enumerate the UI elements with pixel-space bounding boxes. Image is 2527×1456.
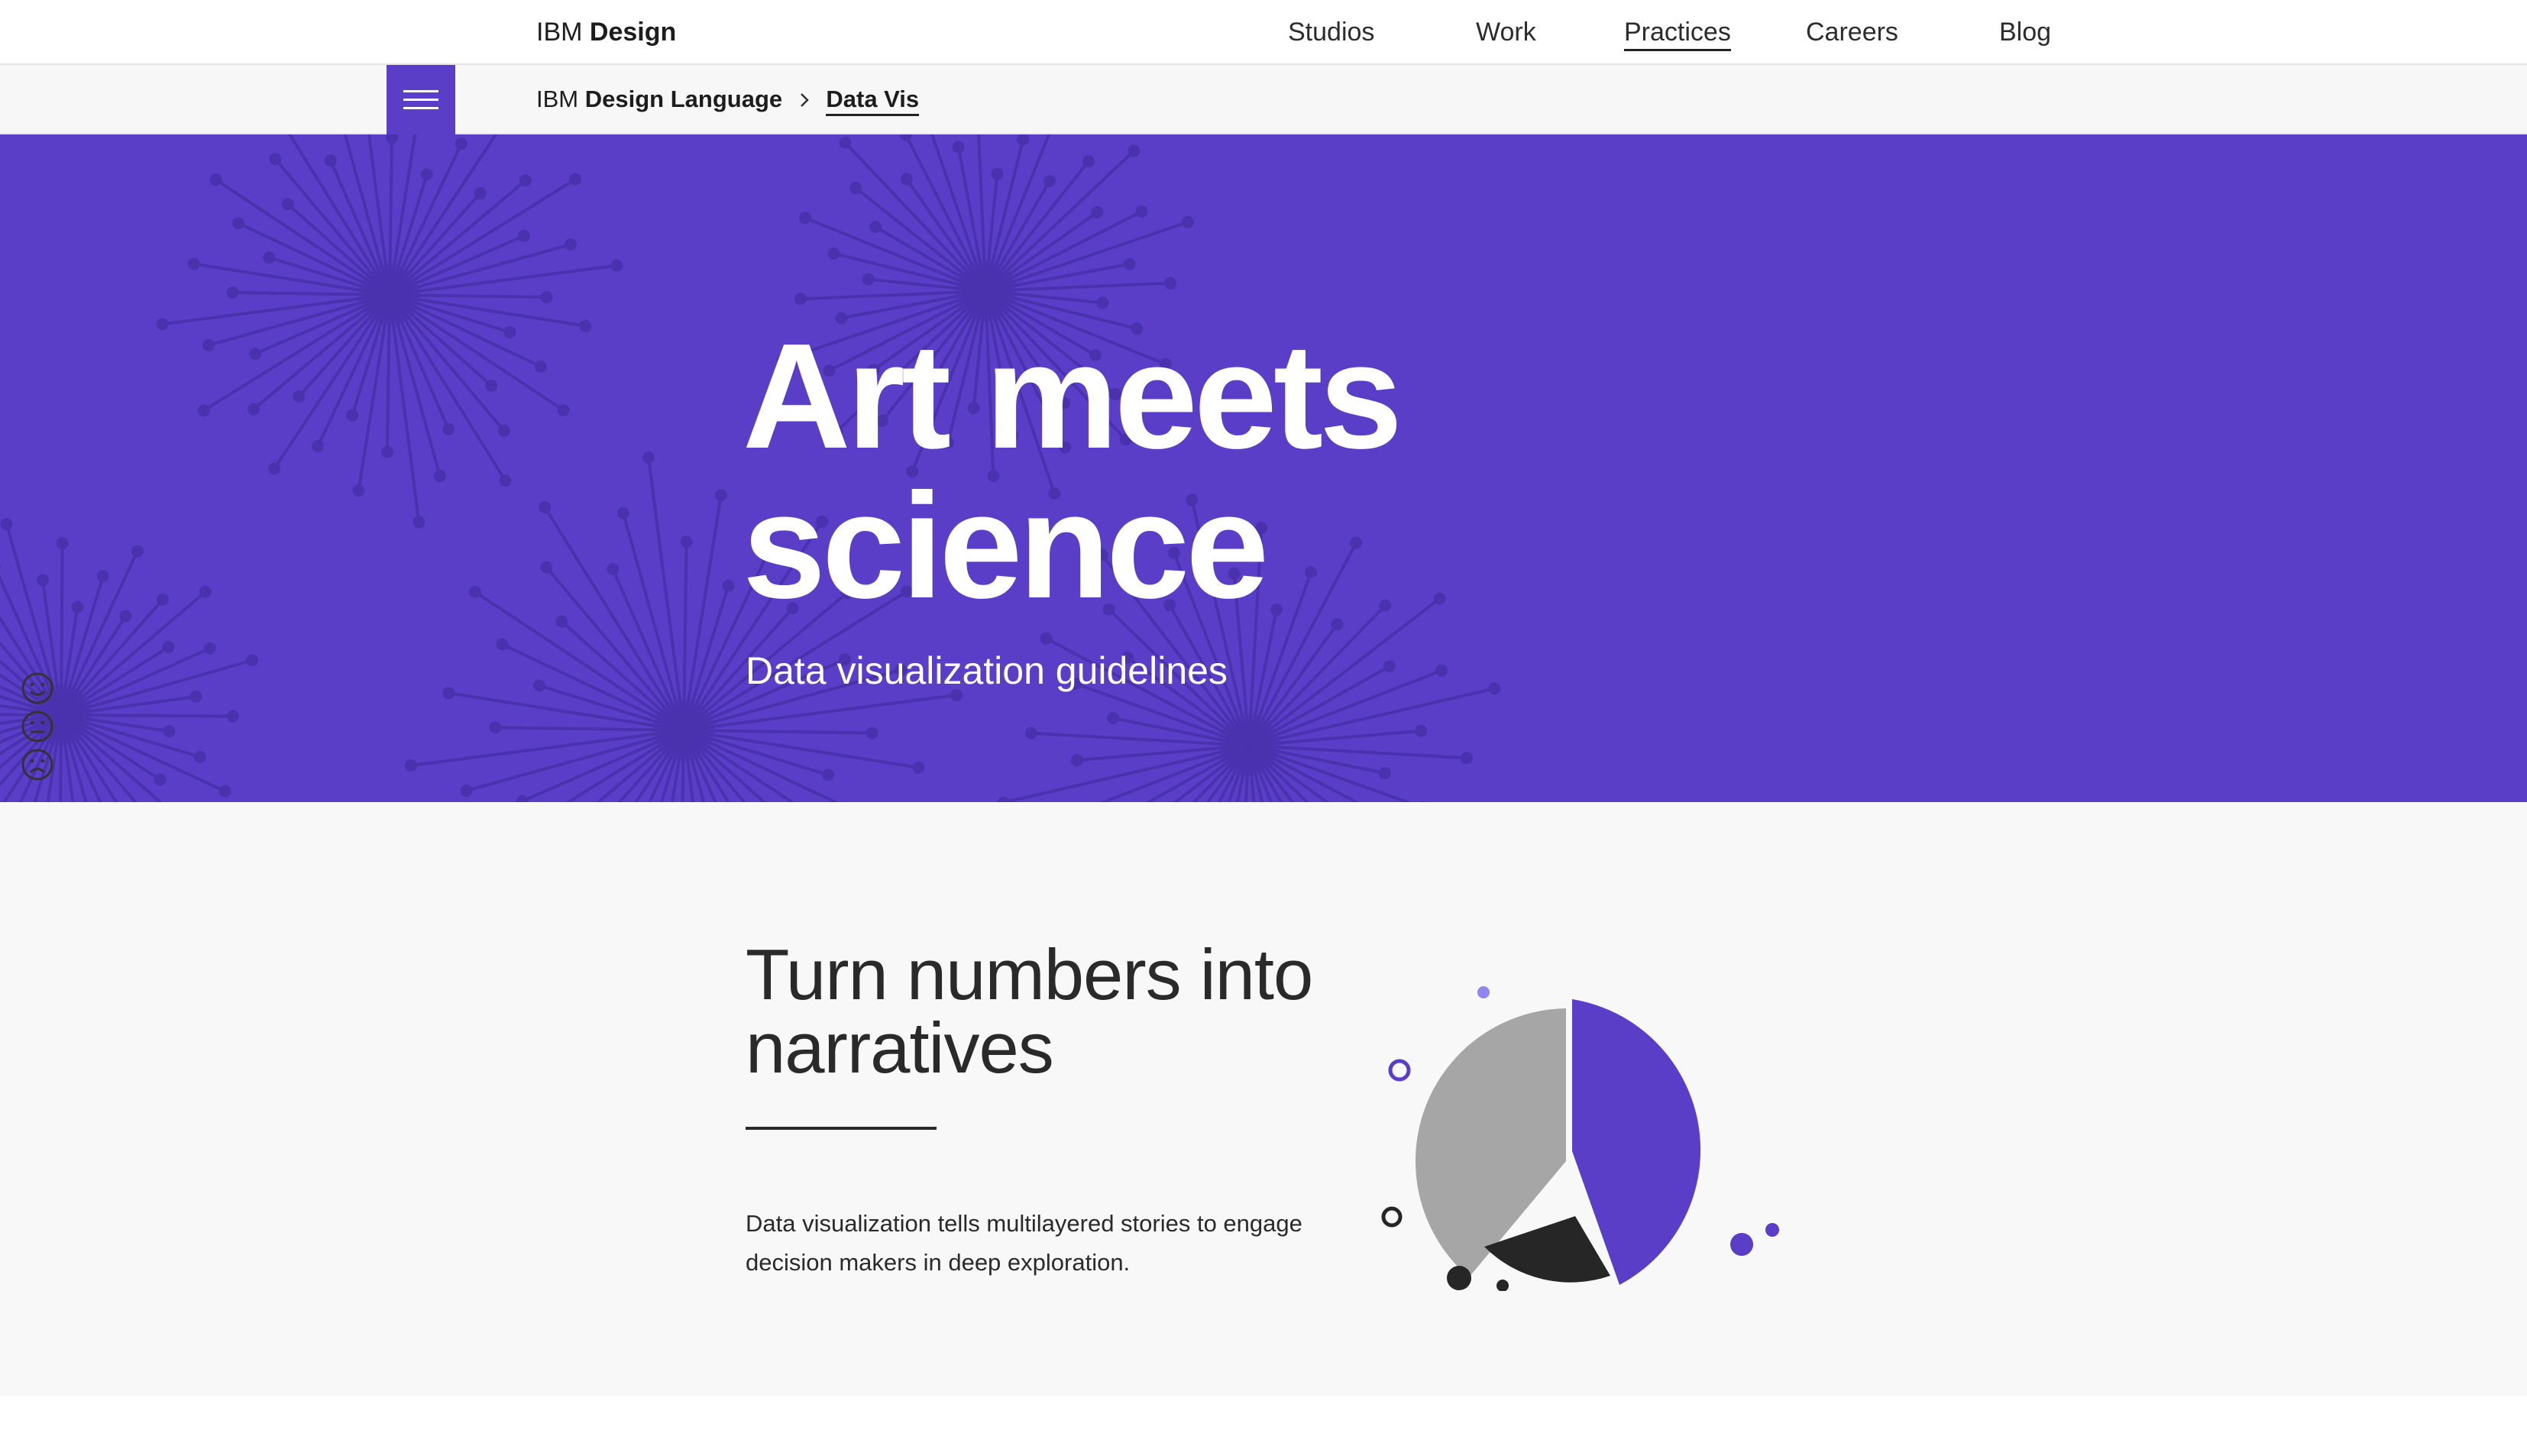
dot-purple-small [1765, 1223, 1779, 1237]
feedback-widget [20, 671, 55, 785]
dot-dark-large [1447, 1266, 1471, 1290]
page-bottom [0, 1396, 2527, 1456]
pie-slice-purple [1572, 999, 1701, 1285]
divider [746, 1127, 937, 1130]
chevron-right-icon [789, 86, 820, 116]
nav-practices[interactable]: Practices [1624, 17, 1731, 51]
nav-careers[interactable]: Careers [1806, 17, 1898, 47]
hero-banner: Art meets science Data visualization gui… [0, 134, 2527, 802]
brand-name: Design [589, 18, 677, 47]
breadcrumb-bar: IBM Design Language Data Vis [0, 65, 2527, 134]
top-navigation: IBM Design Studios Work Practices Career… [0, 0, 2527, 65]
dot-purple-large [1730, 1233, 1753, 1256]
hero-subtitle: Data visualization guidelines [746, 649, 1228, 692]
brand-prefix: IBM [536, 18, 583, 47]
smiley-sad-icon[interactable] [20, 747, 55, 782]
starburst [156, 134, 623, 529]
intro-title: Turn numbers into narratives [746, 934, 1313, 1088]
breadcrumb: IBM Design Language Data Vis [536, 84, 920, 116]
ring-purple [1388, 1059, 1411, 1082]
dot-light-top [1477, 986, 1490, 998]
dot-dark-small [1496, 1280, 1509, 1291]
intro-title-line2: narratives [746, 1008, 1054, 1088]
breadcrumb-current[interactable]: Data Vis [826, 86, 920, 116]
ibm-design-logo[interactable]: IBM Design [536, 17, 676, 47]
smiley-happy-icon[interactable] [20, 671, 55, 706]
menu-button[interactable] [387, 65, 455, 134]
nav-studios[interactable]: Studios [1288, 17, 1374, 47]
ring-dark [1381, 1206, 1403, 1228]
hero-title-line1: Art meets [743, 312, 1403, 480]
intro-title-line1: Turn numbers into [746, 934, 1313, 1014]
smiley-neutral-icon[interactable] [20, 709, 55, 744]
nav-blog[interactable]: Blog [1999, 17, 2051, 47]
breadcrumb-parent-prefix: IBM [536, 86, 579, 112]
hamburger-menu-icon [403, 89, 438, 109]
breadcrumb-parent[interactable]: IBM Design Language [536, 86, 789, 112]
intro-section: Turn numbers into narratives Data visual… [0, 802, 2527, 1396]
pie-chart-illustration [1381, 986, 1779, 1291]
intro-body: Data visualization tells multilayered st… [746, 1210, 1302, 1276]
hero-title-line2: science [743, 462, 1269, 629]
hero-title: Art meets science [743, 312, 1403, 629]
breadcrumb-parent-name: Design Language [584, 86, 783, 112]
nav-work[interactable]: Work [1476, 17, 1536, 47]
